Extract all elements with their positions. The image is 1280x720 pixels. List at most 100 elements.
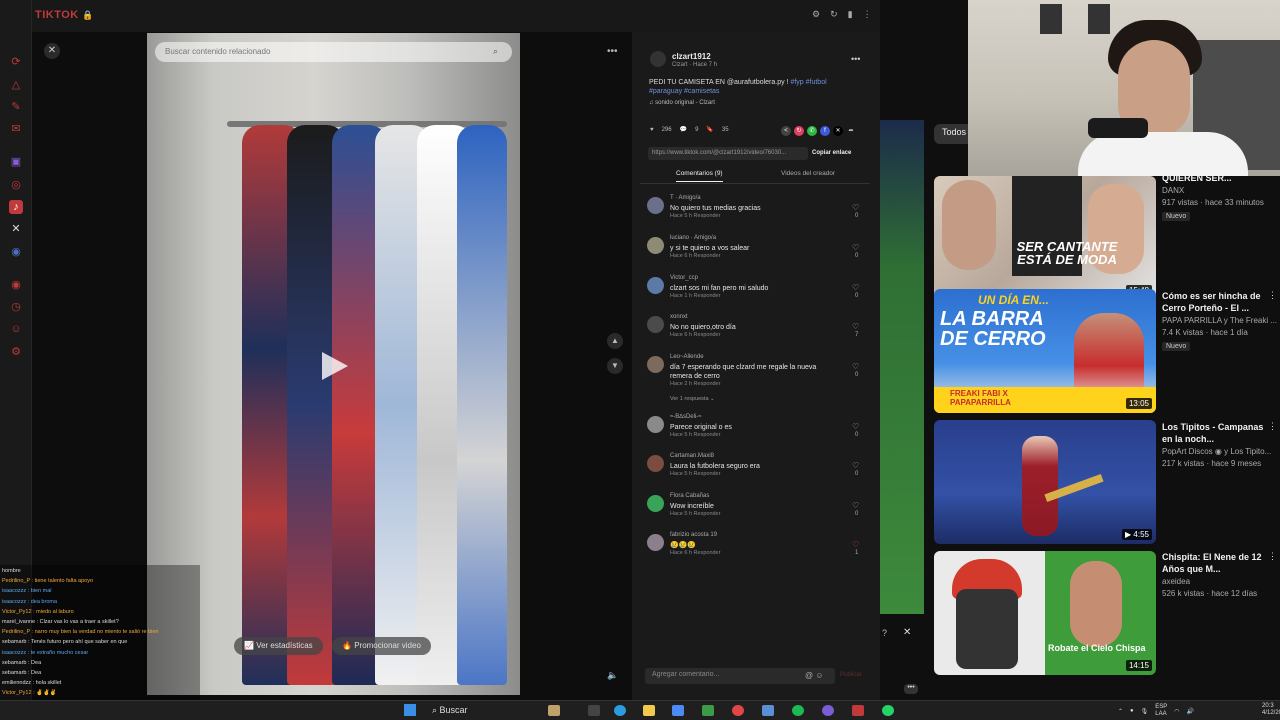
heart-icon[interactable]: ♡ xyxy=(852,362,859,371)
app-icon[interactable] xyxy=(732,705,744,716)
avatar[interactable] xyxy=(650,51,666,67)
comment-meta[interactable]: Hace 5 h Responder xyxy=(670,432,720,438)
comment-author[interactable]: Victor_ccp xyxy=(670,275,698,281)
refresh-icon[interactable]: ⟳ xyxy=(9,55,23,69)
settings-icon[interactable]: ⚙ xyxy=(812,9,820,20)
repost-icon[interactable]: ↻ xyxy=(794,126,804,136)
avatar[interactable] xyxy=(647,416,664,433)
taskbar-search[interactable]: ⌕ Buscar xyxy=(432,705,468,716)
record-icon[interactable]: ◉ xyxy=(9,278,23,292)
chevron-up-icon[interactable]: ⌃ xyxy=(1118,708,1123,715)
heart-icon[interactable]: ♡ xyxy=(852,243,859,252)
heart-icon[interactable]: ♡ xyxy=(852,203,859,212)
copy-link-button[interactable]: Copiar enlace xyxy=(812,150,851,156)
stats-button[interactable]: 📈 Ver estadísticas xyxy=(234,637,323,655)
comment-author[interactable]: ≈-B∆sDeli-≈ xyxy=(670,414,702,420)
more-options-icon[interactable]: ••• xyxy=(607,46,618,57)
comment-author[interactable]: luciano · Amigo/a xyxy=(670,235,716,241)
comment-author[interactable]: Leo~Allende xyxy=(670,354,704,360)
comment-meta[interactable]: Hace 5 h Responder xyxy=(670,511,720,517)
comment-meta[interactable]: Hace 2 h Responder xyxy=(670,381,720,387)
view-replies-link[interactable]: Ver 1 respuesta ⌄ xyxy=(670,396,715,402)
avatar[interactable] xyxy=(647,237,664,254)
bookmark-icon[interactable]: 🔖 xyxy=(706,126,713,133)
whatsapp-icon[interactable] xyxy=(882,705,894,716)
close-icon[interactable]: ✕ xyxy=(44,43,60,59)
app-icon[interactable] xyxy=(702,705,714,716)
comment-meta[interactable]: Hace 6 h Responder xyxy=(670,550,720,556)
video-title[interactable]: Los Tipitos - Campanas en la noch... xyxy=(1162,421,1266,445)
edge-icon[interactable] xyxy=(614,705,626,716)
app-icon[interactable] xyxy=(548,705,560,716)
heart-icon[interactable]: ♡ xyxy=(852,461,859,470)
folder-icon[interactable] xyxy=(643,705,655,716)
app-tray-icon[interactable]: ● xyxy=(1130,708,1134,714)
x-icon[interactable]: ✕ xyxy=(9,222,23,236)
tab-creator-videos[interactable]: Videos del creador xyxy=(781,170,835,177)
more-vert-icon[interactable]: ⋮ xyxy=(1268,290,1277,301)
share-icon[interactable]: ➦ xyxy=(846,126,856,136)
search-icon[interactable]: ⌕ xyxy=(493,46,498,57)
mail-icon[interactable]: ✉ xyxy=(9,122,23,136)
avatar[interactable] xyxy=(647,316,664,333)
gear-icon[interactable]: ⚙ xyxy=(9,345,23,359)
avatar[interactable] xyxy=(647,495,664,512)
x-share-icon[interactable]: ✕ xyxy=(833,126,843,136)
heart-icon[interactable]: ♡ xyxy=(852,283,859,292)
promote-button[interactable]: 🔥 Promocionar video xyxy=(332,637,431,655)
video-title[interactable]: Chispita: El Nene de 12 Años que M... xyxy=(1162,551,1266,575)
whatsapp-icon[interactable]: ✆ xyxy=(807,126,817,136)
app-icon[interactable] xyxy=(672,705,684,716)
video-thumbnail[interactable]: Robate el Cielo Chispa 14:15 xyxy=(934,551,1156,675)
comment-author[interactable]: Cartaman.Maxi8 xyxy=(670,453,714,459)
comment-author[interactable]: Flora Cabañas xyxy=(670,493,709,499)
post-comment-button[interactable]: Publicar xyxy=(840,672,862,678)
pin-icon[interactable]: ▮ xyxy=(848,9,853,20)
spotify-icon[interactable] xyxy=(792,705,804,716)
tiktok-icon[interactable]: ♪ xyxy=(9,200,23,214)
heart-icon[interactable]: ♡ xyxy=(852,501,859,510)
post-more-icon[interactable]: ••• xyxy=(851,54,860,64)
discord-icon[interactable] xyxy=(822,705,834,716)
heart-icon[interactable]: ♡ xyxy=(852,422,859,431)
embed-icon[interactable]: < xyxy=(781,126,791,136)
more-icon[interactable]: ⋮ xyxy=(863,9,872,20)
play-icon[interactable] xyxy=(322,352,348,380)
video-channel[interactable]: DANX xyxy=(1162,186,1184,195)
post-link-field[interactable]: https://www.tiktok.com/@clzart1912/video… xyxy=(648,147,808,160)
bot-icon[interactable]: ☺ xyxy=(9,322,23,336)
comment-author[interactable]: xonnxt xyxy=(670,314,688,320)
heart-icon[interactable]: ♡ xyxy=(852,540,859,549)
windows-start-icon[interactable] xyxy=(404,704,416,716)
video-thumbnail[interactable]: SER CANTANTE ESTÁ DE MODA 15:48 xyxy=(934,176,1156,300)
tab-comments[interactable]: Comentarios (9) xyxy=(676,170,723,182)
wifi-icon[interactable]: ◠ xyxy=(1174,708,1179,715)
avatar[interactable] xyxy=(647,197,664,214)
discord-icon[interactable]: ◉ xyxy=(9,245,23,259)
comment-icon[interactable]: 💬 xyxy=(680,126,687,133)
video-thumbnail[interactable]: ▶ 4:55 xyxy=(934,420,1156,544)
more-vert-icon[interactable]: ⋮ xyxy=(1268,421,1277,432)
video-channel[interactable]: PopArt Discos ◉ y Los Tipito... xyxy=(1162,447,1271,456)
video-thumbnail[interactable]: UN DÍA EN... LA BARRA DE CERRO FREAKI FA… xyxy=(934,289,1156,413)
refresh-icon[interactable]: ↻ xyxy=(830,9,838,20)
volume-icon[interactable]: 🔊 xyxy=(1187,708,1194,715)
volume-icon[interactable]: 🔈 xyxy=(607,670,618,681)
comment-meta[interactable]: Hace 5 h Responder xyxy=(670,471,720,477)
facebook-icon[interactable]: f xyxy=(820,126,830,136)
microphone-icon[interactable]: 🎙 xyxy=(1141,708,1149,715)
video-channel[interactable]: axeidea xyxy=(1162,577,1190,586)
avatar[interactable] xyxy=(647,277,664,294)
author-name[interactable]: clzart1912 xyxy=(672,52,711,61)
help-icon[interactable]: ? xyxy=(882,628,887,638)
previous-video-button[interactable]: ▲ xyxy=(607,333,623,349)
edit-icon[interactable]: ✎ xyxy=(9,100,23,114)
comment-author[interactable]: fabrizio acosta 19 xyxy=(670,532,717,538)
app-icon[interactable] xyxy=(588,705,600,716)
avatar[interactable] xyxy=(647,534,664,551)
like-icon[interactable]: ♥ xyxy=(650,127,654,133)
heart-icon[interactable]: ♡ xyxy=(852,322,859,331)
app-icon[interactable] xyxy=(852,705,864,716)
next-video-button[interactable]: ▼ xyxy=(607,358,623,374)
comment-meta[interactable]: Hace 1 h Responder xyxy=(670,293,720,299)
